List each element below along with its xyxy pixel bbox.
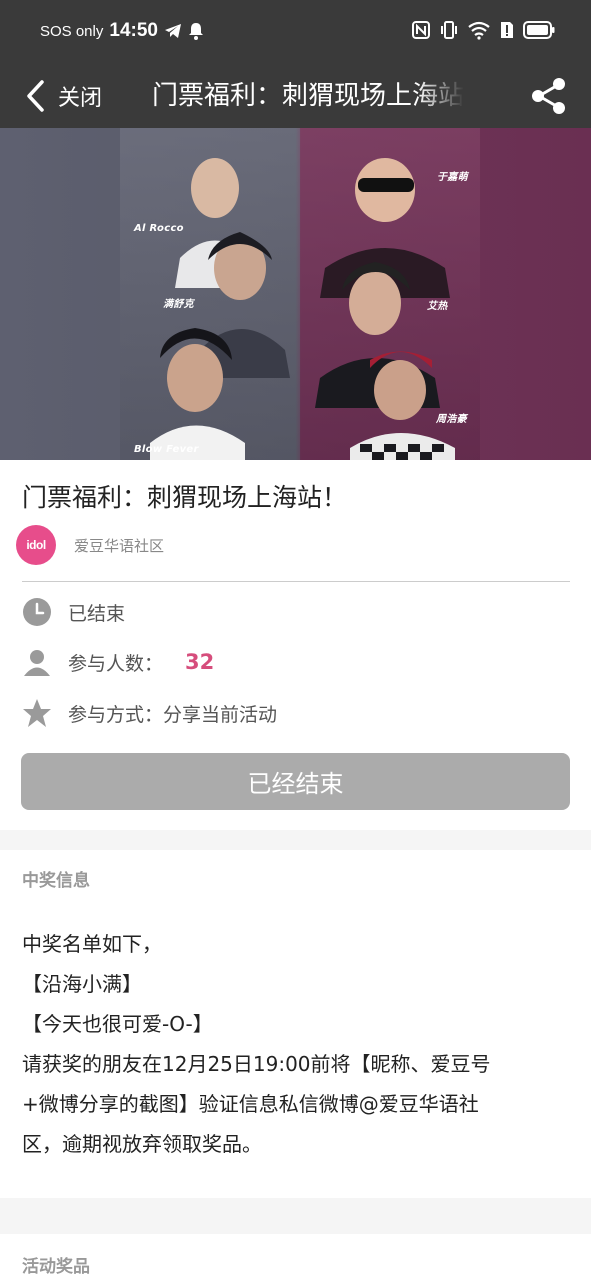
winner-line: +微博分享的截图】验证信息私信微博@爱豆华语社 [22, 1092, 479, 1116]
section-title: 中奖信息 [22, 871, 90, 891]
chevron-left-icon [27, 80, 44, 112]
event-title: 门票福利：刺猬现场上海站！ [22, 483, 348, 512]
sim-alert-icon [501, 22, 513, 38]
method-row: 参与方式：分享当前活动 [22, 695, 277, 731]
winner-line: 请获奖的朋友在12月25日19:00前将【昵称、爱豆号 [22, 1052, 491, 1076]
clock: 14:50 [109, 20, 158, 41]
page-title: 门票福利：刺猬现场上海站！ [152, 81, 464, 111]
status-bar: SOS only 14:50 [0, 0, 591, 64]
performer-label: 满舒克 [163, 299, 194, 310]
organizer-name: 爱豆华语社区 [74, 536, 165, 555]
bell-icon [188, 23, 203, 40]
winner-line: 【沿海小满】 [22, 972, 142, 996]
performer-label: Blow Fever [134, 444, 199, 455]
organizer-avatar: idol [16, 525, 56, 565]
section-title: 活动奖品 [22, 1257, 90, 1277]
nfc-icon [412, 21, 430, 39]
wifi-icon [468, 21, 490, 40]
participants-row: 参与人数： 32 [22, 644, 214, 680]
share-icon [532, 78, 565, 114]
event-ended-button[interactable]: 已经结束 [21, 753, 570, 810]
event-banner: Al Rocco 满舒克 Blow Fever 于嘉萌 艾热 周浩豪 [0, 128, 591, 460]
winner-info-section: 中奖信息 中奖名单如下， 【沿海小满】 【今天也很可爱-O-】 请获奖的朋友在1… [0, 850, 591, 1198]
person-icon [24, 650, 50, 676]
divider [22, 581, 570, 582]
performer-label: 于嘉萌 [437, 172, 468, 183]
participants-label: 参与人数： [68, 652, 164, 675]
battery-icon [523, 21, 555, 39]
winner-line: 中奖名单如下， [22, 932, 162, 956]
winner-info-body: 中奖名单如下， 【沿海小满】 【今天也很可爱-O-】 请获奖的朋友在12月25日… [22, 924, 562, 1164]
performers-poster-image [120, 128, 480, 460]
performer-label: Al Rocco [134, 223, 184, 234]
prizes-section: 活动奖品 [0, 1234, 591, 1280]
clock-icon [23, 598, 51, 626]
winner-line: 区，逾期视放弃领取奖品。 [22, 1132, 262, 1156]
organizer-row[interactable]: idol 爱豆华语社区 [16, 524, 164, 566]
close-label: 关闭 [58, 86, 103, 111]
nav-bar: 关闭 门票福利：刺猬现场上海站！ [0, 64, 591, 128]
winner-line: 【今天也很可爱-O-】 [22, 1012, 213, 1036]
event-card: 门票福利：刺猬现场上海站！ idol 爱豆华语社区 已结束 参与人数： 32 参… [0, 460, 591, 830]
status-row: 已结束 [22, 594, 125, 630]
performer-label: 周浩豪 [436, 414, 467, 425]
participants-count: 32 [185, 650, 215, 674]
status-text: 已结束 [68, 602, 126, 625]
star-icon [23, 699, 51, 727]
participation-method: 参与方式：分享当前活动 [68, 703, 278, 726]
telegram-icon [164, 24, 181, 38]
vibrate-icon [441, 21, 457, 39]
close-button[interactable]: 关闭 [24, 78, 134, 114]
share-button[interactable] [529, 76, 569, 116]
performer-label: 艾热 [427, 301, 448, 312]
carrier-status: SOS only [40, 22, 104, 40]
